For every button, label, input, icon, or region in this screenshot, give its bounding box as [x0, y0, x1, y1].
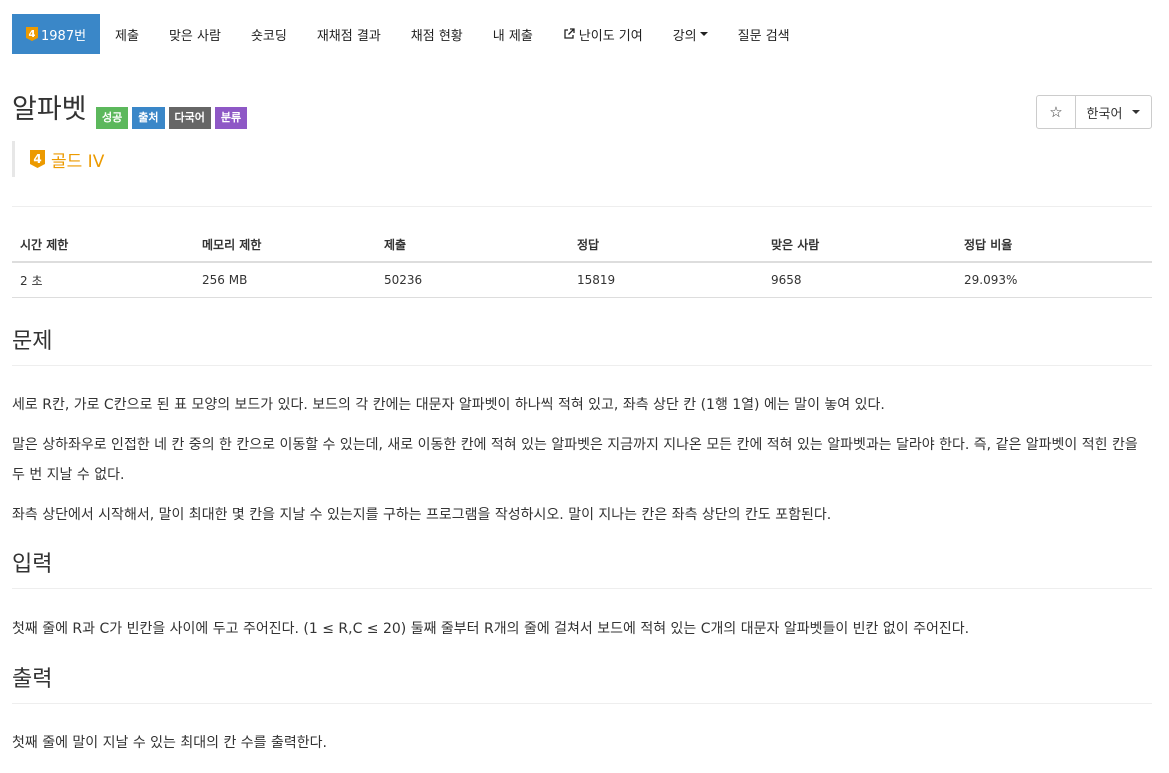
problem-tier: 4 골드 IV — [12, 141, 104, 177]
header-submissions: 제출 — [376, 227, 569, 263]
nav-judge-status[interactable]: 채점 현황 — [396, 14, 478, 54]
problem-paragraph: 세로 R칸, 가로 C칸으로 된 표 모양의 보드가 있다. 보드의 각 칸에는… — [12, 397, 885, 413]
section-heading-output: 출력 — [12, 665, 1152, 704]
nav-lectures-dropdown[interactable]: 강의 — [658, 14, 723, 54]
nav-my-submissions[interactable]: 내 제출 — [478, 14, 548, 54]
cell-submissions: 50236 — [376, 262, 569, 298]
divider — [12, 206, 1152, 207]
label-category[interactable]: 분류 — [214, 107, 248, 129]
caret-down-icon — [699, 32, 708, 36]
nav-problem-number-label: 1987번 — [41, 28, 87, 44]
nav-problem-number[interactable]: 4 1987번 — [12, 14, 101, 54]
problem-info-table: 시간 제한 메모리 제한 제출 정답 맞은 사람 정답 비율 2 초 256 M… — [12, 227, 1152, 298]
output-paragraph: 첫째 줄에 말이 지날 수 있는 최대의 칸 수를 출력한다. — [12, 735, 327, 751]
problem-paragraph: 좌측 상단에서 시작해서, 말이 최대한 몇 칸을 지날 수 있는지를 구하는 … — [12, 507, 832, 523]
problem-actions: ☆ 한국어 — [1036, 95, 1152, 129]
label-source[interactable]: 출처 — [132, 107, 165, 129]
nav-difficulty-contribution[interactable]: 난이도 기여 — [548, 14, 658, 54]
table-row: 2 초 256 MB 50236 15819 9658 29.093% — [12, 262, 1152, 298]
star-icon: ☆ — [1049, 103, 1063, 121]
nav-my-submissions-label: 내 제출 — [492, 28, 533, 44]
language-label: 한국어 — [1086, 106, 1123, 122]
header-memory-limit: 메모리 제한 — [194, 227, 376, 263]
nav-question-search[interactable]: 질문 검색 — [723, 14, 805, 54]
input-paragraph: 첫째 줄에 R과 C가 빈칸을 사이에 두고 주어진다. (1 ≤ R,C ≤ … — [12, 621, 970, 637]
cell-accepted: 15819 — [569, 262, 763, 298]
problem-labels: 성공 출처 다국어 분류 — [96, 107, 248, 129]
nav-rejudge-results[interactable]: 재채점 결과 — [302, 14, 396, 54]
gold-tier-icon: 4 — [30, 150, 45, 168]
cell-memory-limit: 256 MB — [194, 262, 376, 298]
section-heading-problem: 문제 — [12, 327, 1152, 366]
problem-nav: 4 1987번 제출 맞은 사람 숏코딩 재채점 결과 채점 현황 내 제출 난… — [12, 14, 805, 54]
header-accept-ratio: 정답 비율 — [956, 227, 1152, 263]
problem-title: 알파벳 — [12, 94, 87, 125]
tier-text: 골드 IV — [51, 151, 105, 172]
nav-submit[interactable]: 제출 — [100, 14, 154, 54]
header-solved-users: 맞은 사람 — [763, 227, 956, 263]
section-heading-input: 입력 — [12, 550, 1152, 589]
language-select-button[interactable]: 한국어 — [1076, 96, 1151, 128]
caret-down-icon — [1132, 110, 1141, 114]
problem-paragraph: 말은 상하좌우로 인접한 네 칸 중의 한 칸으로 이동할 수 있는데, 새로 … — [12, 437, 1138, 483]
gold-tier-badge-icon: 4 — [26, 27, 38, 41]
nav-question-search-label: 질문 검색 — [737, 28, 790, 44]
favorite-button[interactable]: ☆ — [1037, 96, 1076, 128]
header-accepted: 정답 — [569, 227, 763, 263]
nav-solved-users[interactable]: 맞은 사람 — [154, 14, 236, 54]
nav-short-coding-label: 숏코딩 — [250, 28, 287, 44]
label-multilingual[interactable]: 다국어 — [168, 107, 211, 129]
nav-lectures-label: 강의 — [672, 28, 697, 44]
cell-solved-users: 9658 — [763, 262, 956, 298]
table-header-row: 시간 제한 메모리 제한 제출 정답 맞은 사람 정답 비율 — [12, 227, 1152, 263]
nav-submit-label: 제출 — [115, 28, 139, 44]
external-link-icon — [564, 28, 575, 39]
nav-short-coding[interactable]: 숏코딩 — [236, 14, 302, 54]
nav-solved-users-label: 맞은 사람 — [168, 28, 221, 44]
cell-accept-ratio: 29.093% — [956, 262, 1152, 298]
nav-rejudge-results-label: 재채점 결과 — [316, 28, 381, 44]
label-success[interactable]: 성공 — [96, 107, 129, 129]
header-time-limit: 시간 제한 — [12, 227, 194, 263]
nav-difficulty-contribution-label: 난이도 기여 — [578, 28, 643, 44]
cell-time-limit: 2 초 — [12, 262, 194, 298]
nav-judge-status-label: 채점 현황 — [410, 28, 463, 44]
